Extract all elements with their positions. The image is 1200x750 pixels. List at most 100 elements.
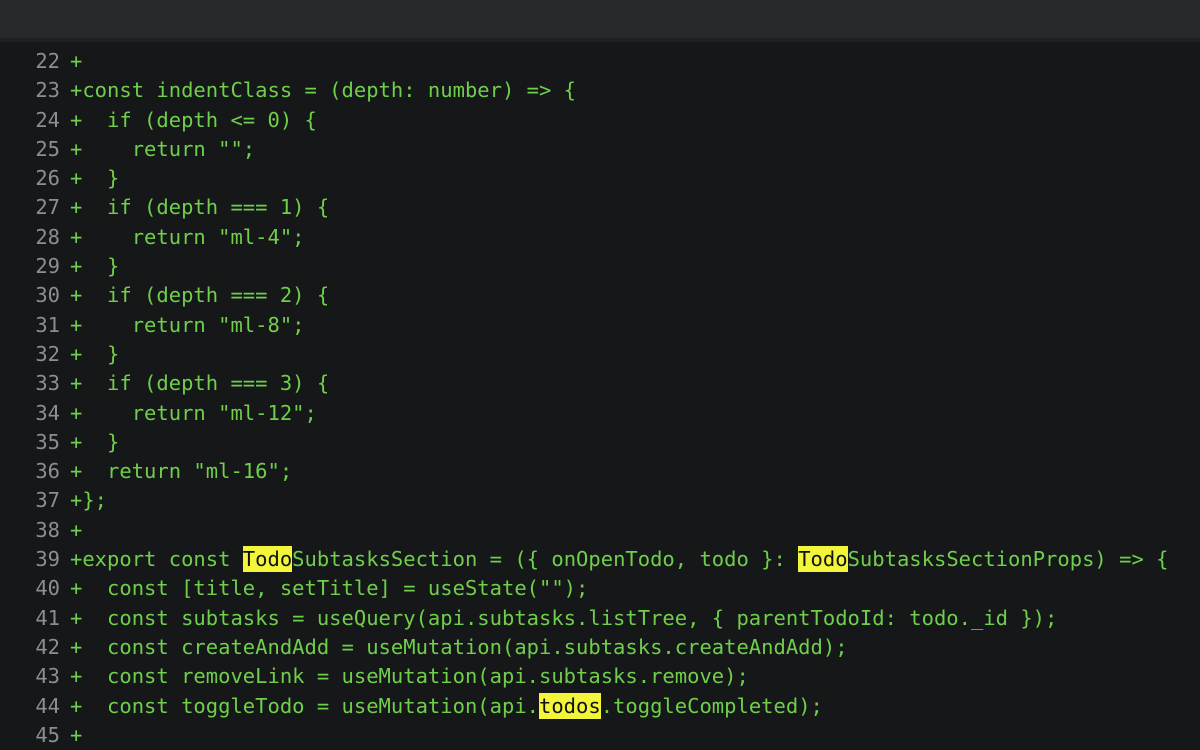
line-number: 42 xyxy=(35,634,60,659)
line-content: + if (depth === 2) { xyxy=(70,283,329,307)
line-number: 34 xyxy=(35,400,60,425)
line-content: + const [title, setTitle] = useState("")… xyxy=(70,576,588,600)
line-number: 35 xyxy=(35,429,60,454)
code-text: + return "ml-8"; xyxy=(70,312,305,337)
code-text: + const subtasks = useQuery(api.subtasks… xyxy=(70,605,1058,630)
line-number: 41 xyxy=(35,605,60,630)
line-number: 31 xyxy=(35,312,60,337)
diff-code-view[interactable]: 22 +23 +const indentClass = (depth: number… xyxy=(0,47,1200,750)
line-number: 40 xyxy=(35,576,60,601)
line-content: + xyxy=(70,518,82,542)
code-text: + const createAndAdd = useMutation(api.s… xyxy=(70,634,848,659)
line-content: + const createAndAdd = useMutation(api.s… xyxy=(70,635,848,659)
line-content: + return "ml-12"; xyxy=(70,401,317,425)
diff-line: 32 + } xyxy=(0,340,1200,369)
line-content: + if (depth === 1) { xyxy=(70,195,329,219)
code-text: +}; xyxy=(70,488,108,513)
line-content: + const removeLink = useMutation(api.sub… xyxy=(70,664,749,688)
diff-line: 37 +}; xyxy=(0,486,1200,515)
diff-line: 31 + return "ml-8"; xyxy=(0,311,1200,340)
line-content: + return ""; xyxy=(70,137,255,161)
diff-line: 43 + const removeLink = useMutation(api.s… xyxy=(0,662,1200,691)
code-text: +const indentClass = (depth: number) => … xyxy=(70,78,577,103)
code-text: +export const xyxy=(70,547,243,572)
line-content: + xyxy=(70,723,82,747)
diff-line: 45 + xyxy=(0,721,1200,750)
code-text: + return "ml-12"; xyxy=(70,400,317,425)
diff-line: 34 + return "ml-12"; xyxy=(0,399,1200,428)
diff-line: 28 + return "ml-4"; xyxy=(0,223,1200,252)
line-number: 23 xyxy=(35,78,60,103)
code-text: + xyxy=(70,49,83,73)
diff-line: 36 + return "ml-16"; xyxy=(0,457,1200,486)
diff-line: 30 + if (depth === 2) { xyxy=(0,281,1200,310)
diff-line: 38 + xyxy=(0,516,1200,545)
line-content: + } xyxy=(70,254,119,278)
code-text: + xyxy=(70,517,83,542)
line-content: + } xyxy=(70,430,119,454)
line-number: 45 xyxy=(35,722,60,747)
line-number: 32 xyxy=(35,341,60,366)
diff-line: 22 + xyxy=(0,47,1200,76)
line-content: + const toggleTodo = useMutation(api.tod… xyxy=(70,692,823,719)
code-text: + return "ml-16"; xyxy=(70,459,293,484)
line-content: + return "ml-16"; xyxy=(70,459,292,483)
line-content: + const subtasks = useQuery(api.subtasks… xyxy=(70,606,1057,630)
diff-line: 26 + } xyxy=(0,164,1200,193)
line-number: 39 xyxy=(35,547,60,572)
code-text: SubtasksSection = ({ onOpenTodo, todo }: xyxy=(292,547,799,572)
line-number: 44 xyxy=(35,693,60,718)
line-number: 29 xyxy=(35,254,60,279)
diff-line: 40 + const [title, setTitle] = useState("… xyxy=(0,574,1200,603)
line-number: 43 xyxy=(35,664,60,689)
line-content: + xyxy=(70,49,82,73)
line-number: 33 xyxy=(35,371,60,396)
line-content: + if (depth <= 0) { xyxy=(70,108,317,132)
code-text: + } xyxy=(70,341,120,366)
code-text: + if (depth === 2) { xyxy=(70,283,330,308)
line-content: +}; xyxy=(70,488,107,512)
code-text: .toggleCompleted); xyxy=(600,693,823,718)
search-match-highlight: Todo xyxy=(242,546,293,573)
diff-line: 27 + if (depth === 1) { xyxy=(0,193,1200,222)
code-text: + if (depth === 1) { xyxy=(70,195,330,220)
code-text: + xyxy=(70,722,83,747)
line-content: +export const TodoSubtasksSection = ({ o… xyxy=(70,546,1169,573)
diff-line: 35 + } xyxy=(0,428,1200,457)
diff-line: 25 + return ""; xyxy=(0,135,1200,164)
code-text: + } xyxy=(70,429,120,454)
code-text: + } xyxy=(70,166,120,191)
line-content: + return "ml-8"; xyxy=(70,313,305,337)
code-text: + if (depth <= 0) { xyxy=(70,107,317,132)
line-number: 38 xyxy=(35,517,60,542)
line-number: 36 xyxy=(35,459,60,484)
search-match-highlight: Todo xyxy=(798,546,848,573)
line-content: + } xyxy=(70,166,119,190)
line-number: 37 xyxy=(35,488,60,513)
diff-line: 33 + if (depth === 3) { xyxy=(0,369,1200,398)
line-content: + return "ml-4"; xyxy=(70,225,305,249)
line-content: + if (depth === 3) { xyxy=(70,371,329,395)
code-text: + return ""; xyxy=(70,136,256,161)
line-number: 28 xyxy=(35,224,60,249)
line-number: 26 xyxy=(35,166,60,191)
line-number: 22 xyxy=(35,49,60,73)
code-text: + const [title, setTitle] = useState("")… xyxy=(70,576,589,601)
code-text: + const toggleTodo = useMutation(api. xyxy=(70,693,539,718)
code-text: + } xyxy=(70,254,120,279)
line-number: 30 xyxy=(35,283,60,308)
code-text: SubtasksSectionProps) => { xyxy=(847,547,1169,572)
diff-line: 23 +const indentClass = (depth: number) =… xyxy=(0,76,1200,105)
code-text: + const removeLink = useMutation(api.sub… xyxy=(70,664,749,689)
search-match-highlight: todos xyxy=(539,692,601,719)
diff-line: 41 + const subtasks = useQuery(api.subtas… xyxy=(0,604,1200,633)
diff-line: 29 + } xyxy=(0,252,1200,281)
diff-line: 42 + const createAndAdd = useMutation(api… xyxy=(0,633,1200,662)
diff-line: 44 + const toggleTodo = useMutation(api.t… xyxy=(0,692,1200,721)
line-number: 24 xyxy=(35,107,60,132)
line-number: 25 xyxy=(35,136,60,161)
line-content: + } xyxy=(70,342,119,366)
line-content: +const indentClass = (depth: number) => … xyxy=(70,78,576,102)
code-text: + return "ml-4"; xyxy=(70,224,305,249)
code-text: + if (depth === 3) { xyxy=(70,371,330,396)
